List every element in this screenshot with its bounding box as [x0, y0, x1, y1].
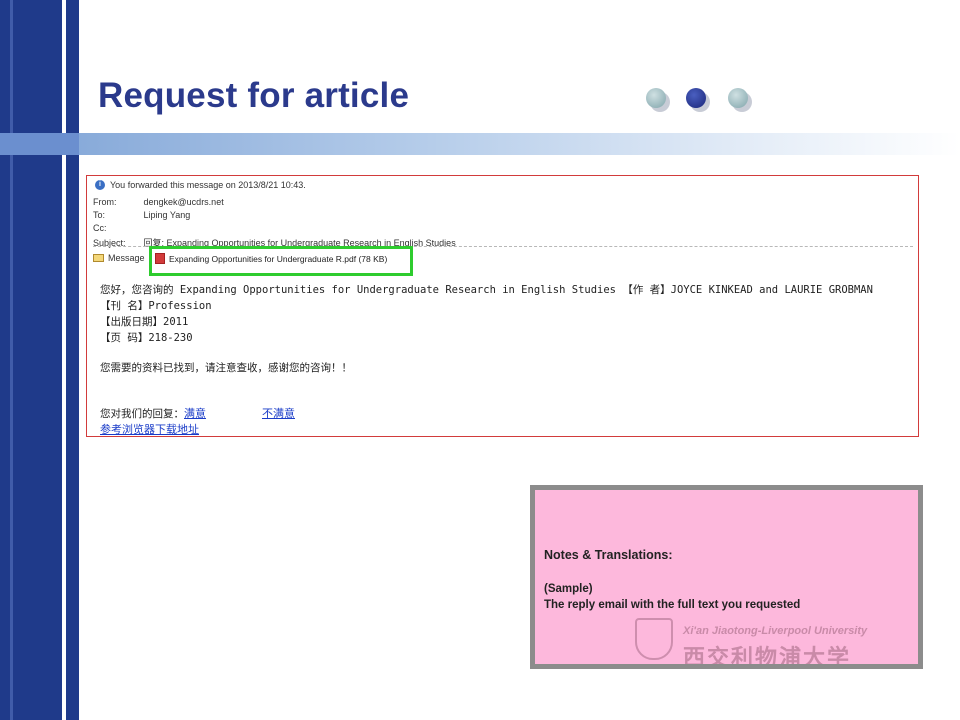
browser-download-link[interactable]: 参考浏览器下载地址 [100, 423, 199, 436]
dot-light-icon [646, 88, 670, 112]
unsatisfied-link[interactable]: 不满意 [262, 407, 295, 420]
attachment-highlight [149, 246, 413, 276]
browser-row: 参考浏览器下载地址 [100, 421, 199, 437]
body-line-pages: 【页 码】218-230 [100, 332, 193, 344]
notes-sample: (Sample) [544, 583, 593, 595]
cc-row: Cc: [93, 223, 141, 233]
message-tab[interactable]: Message [93, 250, 145, 266]
to-label: To: [93, 210, 106, 220]
from-value[interactable]: dengkek@ucdrs.net [144, 197, 224, 207]
notes-description: The reply email with the full text you r… [544, 599, 801, 611]
from-label: From: [93, 197, 117, 207]
dot-light-icon [728, 88, 752, 112]
decorative-dots [646, 88, 766, 118]
message-tab-label: Message [108, 253, 145, 263]
university-name-en: Xi'an Jiaotong-Liverpool University [683, 625, 868, 637]
left-band-edge [66, 0, 79, 720]
envelope-icon [93, 254, 104, 262]
dot-dark-icon [686, 88, 710, 112]
body-line-journal: 【刊 名】Profession [100, 300, 212, 312]
forward-notice-text: You forwarded this message on 2013/8/21 … [110, 180, 306, 190]
body-line-date: 【出版日期】2011 [100, 316, 189, 328]
notes-box: Xi'an Jiaotong-Liverpool University 西交利物… [530, 485, 923, 669]
header-bar-left [0, 133, 79, 155]
slide-title: Request for article [98, 76, 410, 115]
body-line-found: 您需要的资料已找到，请注意查收，感谢您的咨询！！ [100, 362, 352, 374]
feedback-row: 您对我们的回复：满意 不满意 [100, 405, 295, 421]
satisfied-link[interactable]: 满意 [184, 407, 206, 420]
left-band-divider [62, 0, 66, 720]
header-bar [0, 133, 960, 155]
notes-title: Notes & Translations: [544, 548, 673, 562]
university-crest-icon [635, 618, 673, 660]
to-value[interactable]: Liping Yang [144, 210, 191, 220]
left-band-stripe [10, 0, 13, 720]
cc-label: Cc: [93, 223, 107, 233]
email-screenshot: i You forwarded this message on 2013/8/2… [86, 175, 919, 437]
feedback-prefix: 您对我们的回复： [100, 408, 184, 420]
university-name-cn: 西交利物浦大学 [683, 645, 852, 669]
to-row: To: Liping Yang [93, 210, 190, 220]
forward-notice: i You forwarded this message on 2013/8/2… [95, 180, 306, 190]
body-line-title: 您好，您咨询的 Expanding Opportunities for Unde… [100, 284, 873, 296]
from-row: From: dengkek@ucdrs.net [93, 197, 224, 207]
info-icon: i [95, 180, 105, 190]
